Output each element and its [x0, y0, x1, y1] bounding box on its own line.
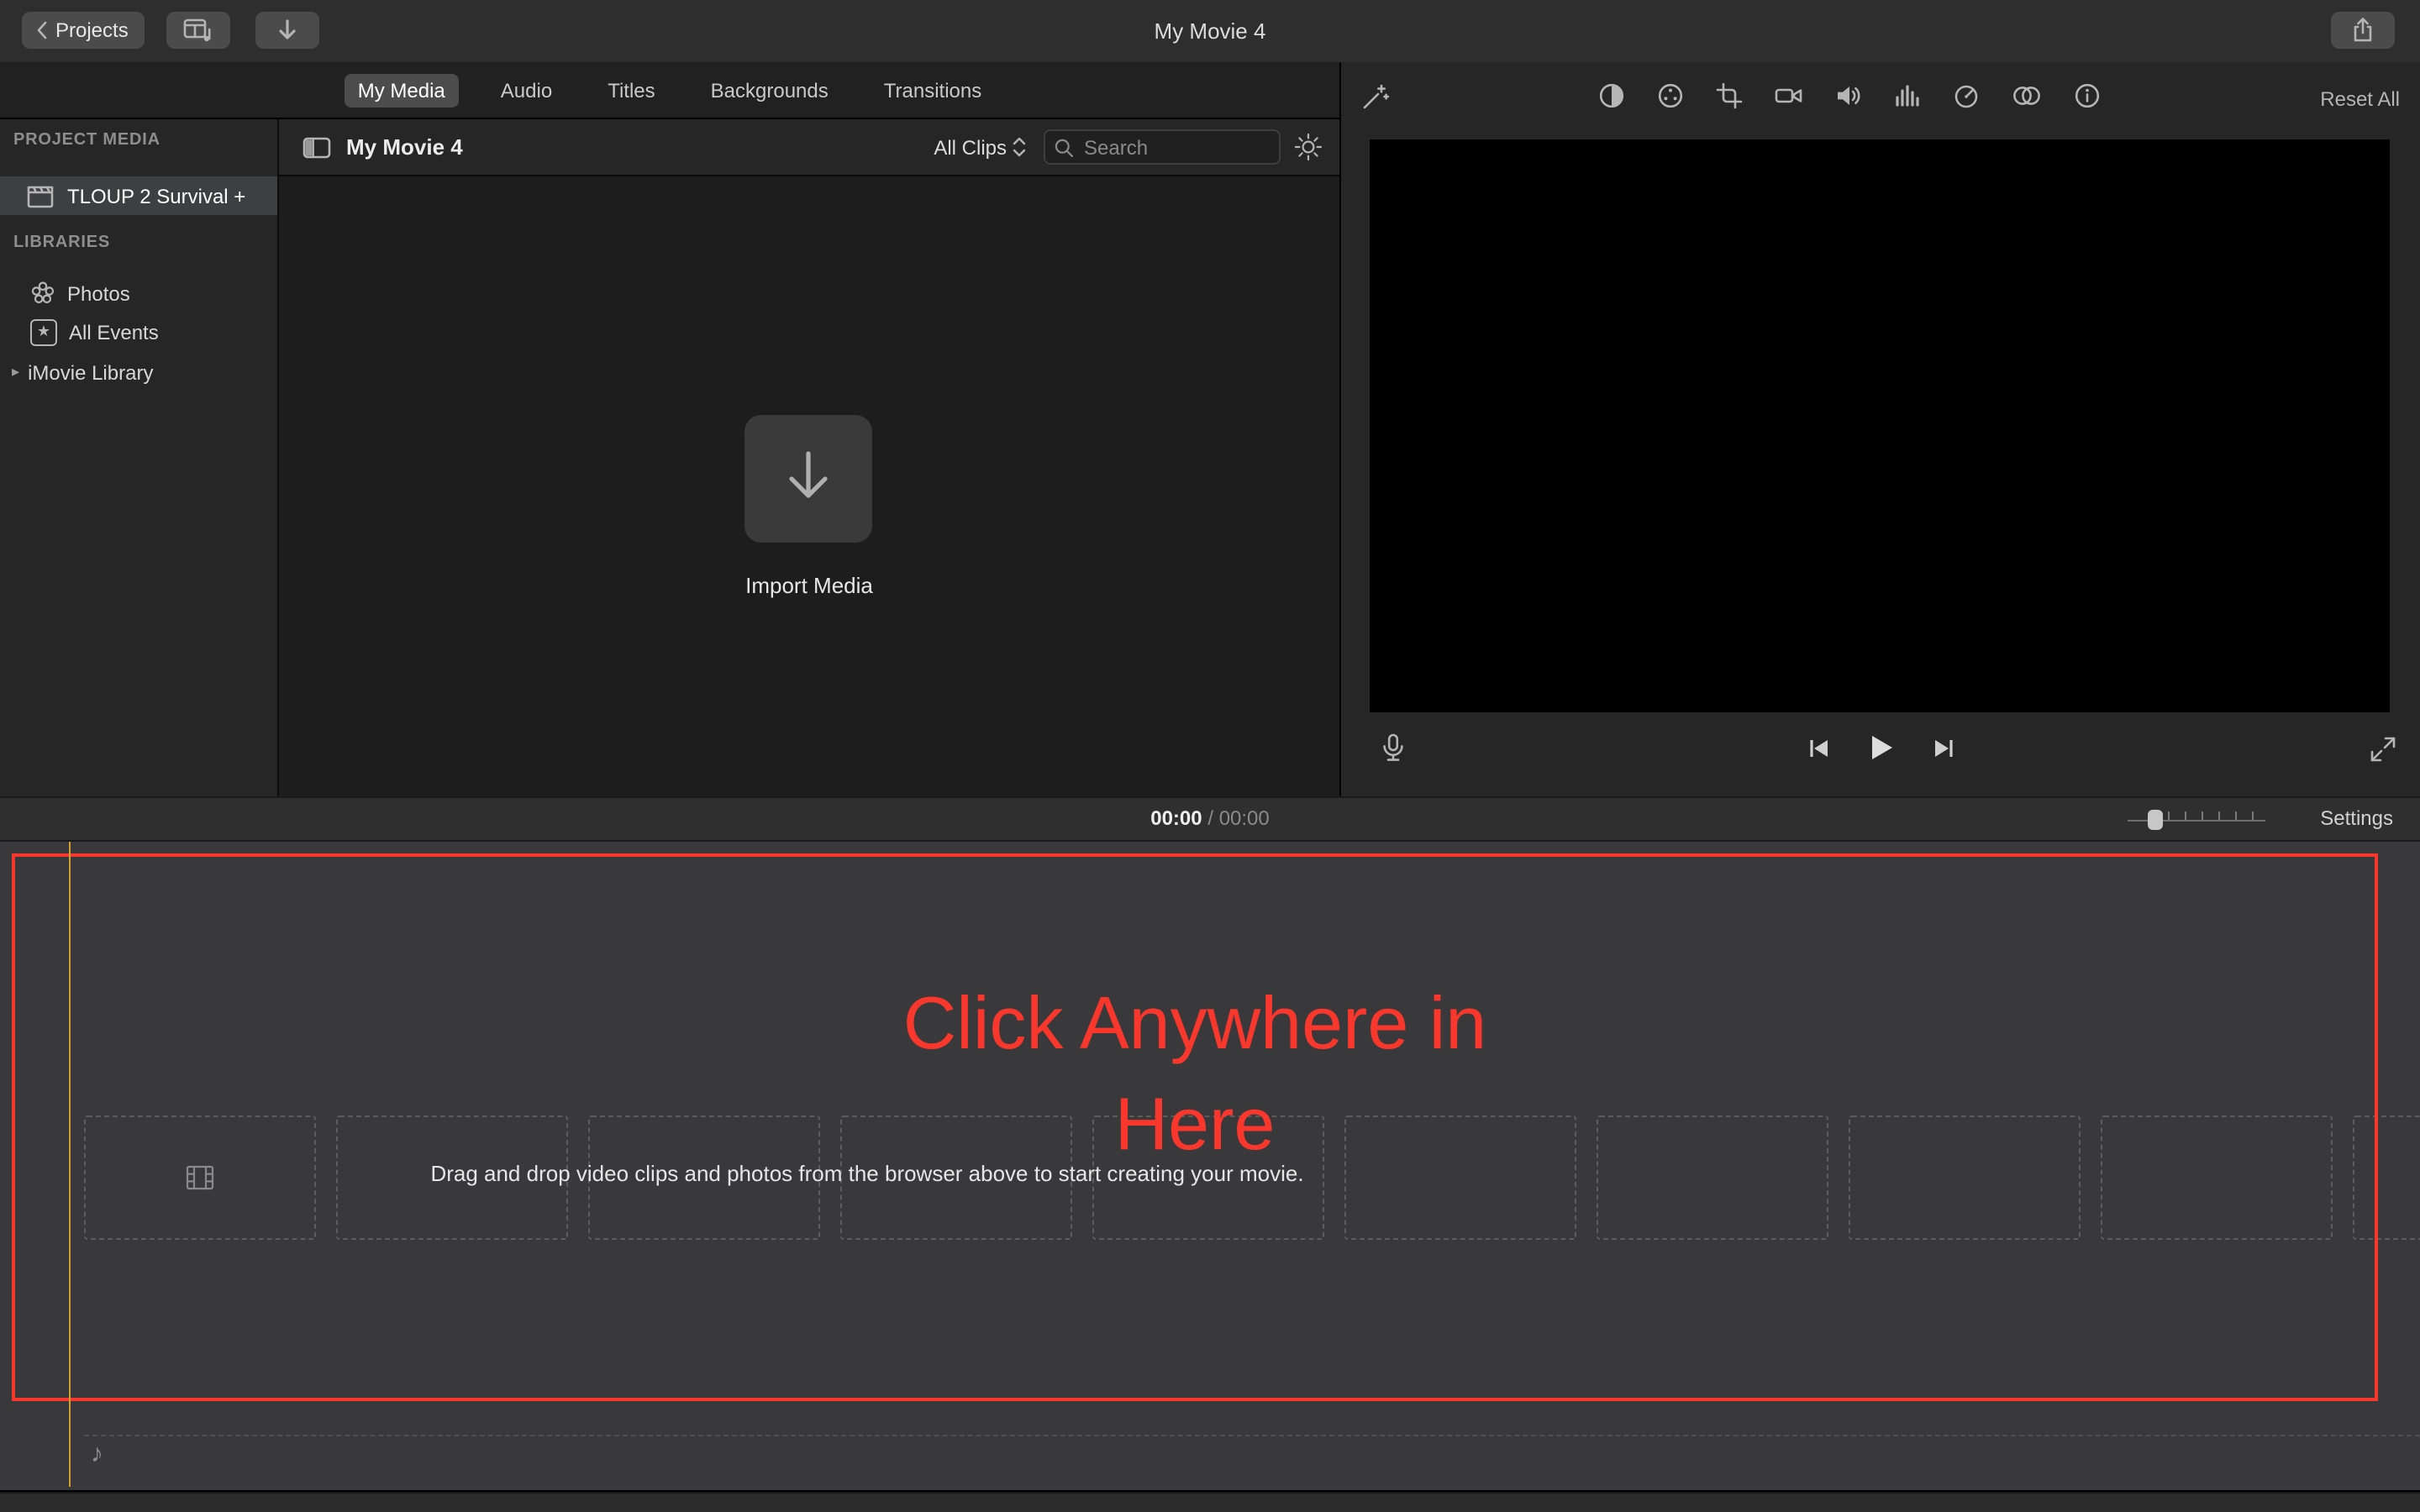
color-balance-icon[interactable] — [1598, 82, 1625, 109]
sidebar-item-all-events[interactable]: ★ All Events — [0, 312, 308, 351]
tab-audio[interactable]: Audio — [487, 73, 566, 107]
skip-forward-button[interactable] — [1932, 737, 1954, 759]
stabilization-camera-icon[interactable] — [1775, 82, 1803, 109]
sidebar-toggle-icon[interactable] — [302, 135, 331, 159]
disclosure-triangle-icon[interactable]: ▸ — [12, 363, 19, 381]
info-icon[interactable] — [2074, 82, 2101, 109]
top-toolbar: Projects My Movie 4 — [0, 0, 2420, 64]
enhance-wand-icon[interactable] — [1361, 82, 1390, 111]
annotation-highlight-rect: Click Anywhere in Here — [12, 853, 2378, 1401]
browser-title: My Movie 4 — [346, 134, 463, 160]
annotation-text: Click Anywhere in Here — [15, 974, 2375, 1176]
timeline-bottom-strip — [0, 1492, 2420, 1512]
import-media-label: Import Media — [279, 573, 1339, 598]
sidebar-item-project[interactable]: TLOUP 2 Survival + — [0, 176, 277, 215]
reset-all-button[interactable]: Reset All — [2320, 87, 2400, 111]
fullscreen-icon[interactable] — [2370, 736, 2396, 763]
clapperboard-icon — [0, 184, 55, 207]
library-sidebar: PROJECT MEDIA TLOUP 2 Survival + LIBRARI… — [0, 119, 279, 796]
timeline-settings-button[interactable]: Settings — [2320, 806, 2393, 830]
zoom-slider-ticks — [2151, 811, 2265, 820]
crop-icon[interactable] — [1716, 82, 1743, 109]
sidebar-item-imovie-library[interactable]: ▸ iMovie Library — [0, 353, 289, 391]
search-icon — [1054, 137, 1074, 157]
total-time: 00:00 — [1219, 806, 1270, 830]
time-separator: / — [1207, 806, 1213, 830]
annotation-line1: Click Anywhere in — [15, 974, 2375, 1075]
timeline[interactable]: Click Anywhere in Here Dr — [0, 842, 2420, 1490]
project-media-header: PROJECT MEDIA — [13, 131, 160, 150]
playback-controls — [1341, 726, 2420, 776]
transport-group — [1341, 734, 2420, 761]
imovie-window: Projects My Movie 4 My Media Audio Title… — [0, 0, 2420, 1512]
speed-icon[interactable] — [1953, 82, 1980, 109]
tab-transitions[interactable]: Transitions — [871, 73, 996, 107]
media-browser: My Movie 4 All Clips — [279, 119, 1339, 796]
audio-lane-divider — [84, 1435, 2420, 1436]
import-arrow-icon — [778, 447, 839, 511]
viewer-screen[interactable] — [1370, 139, 2390, 712]
timeline-zoom-slider[interactable] — [2128, 810, 2265, 830]
popup-chevrons-icon — [1012, 136, 1027, 158]
photos-flower-icon — [30, 281, 55, 306]
search-field[interactable] — [1044, 129, 1281, 165]
clip-filter-label: All Clips — [934, 135, 1007, 159]
tab-my-media[interactable]: My Media — [345, 73, 459, 107]
current-time: 00:00 — [1150, 806, 1202, 830]
import-media-button[interactable] — [744, 415, 872, 543]
color-correction-icon[interactable] — [1657, 82, 1684, 109]
browser-pane: My Media Audio Titles Backgrounds Transi… — [0, 62, 1341, 796]
clip-filter-popup[interactable]: All Clips — [934, 135, 1027, 159]
volume-icon[interactable] — [1835, 82, 1862, 109]
zoom-slider-thumb[interactable] — [2148, 810, 2163, 830]
playhead[interactable] — [69, 842, 71, 1487]
imovie-library-label: iMovie Library — [28, 360, 153, 384]
libraries-header: LIBRARIES — [13, 234, 110, 252]
search-input[interactable] — [1081, 134, 1270, 160]
all-events-label: All Events — [69, 320, 159, 344]
media-browser-header: My Movie 4 All Clips — [279, 119, 1339, 176]
viewer-pane: Reset All — [1341, 62, 2420, 796]
timeline-toolbar: 00:00 / 00:00 Settings — [0, 796, 2420, 842]
window-title: My Movie 4 — [0, 18, 2420, 44]
browser-tabs-bar: My Media Audio Titles Backgrounds Transi… — [0, 62, 1339, 119]
timecode-display: 00:00 / 00:00 — [0, 806, 2420, 830]
music-note-icon: ♪ — [91, 1440, 103, 1468]
adjust-icons-group — [1598, 82, 2101, 109]
tab-titles[interactable]: Titles — [594, 73, 668, 107]
skip-back-button[interactable] — [1807, 737, 1829, 759]
annotation-line2: Here — [15, 1075, 2375, 1176]
tab-backgrounds[interactable]: Backgrounds — [697, 73, 842, 107]
project-name-label: TLOUP 2 Survival + — [67, 184, 245, 207]
noise-reduction-icon[interactable] — [1894, 82, 1921, 109]
all-events-star-icon: ★ — [30, 318, 57, 345]
photos-label: Photos — [67, 281, 130, 305]
sidebar-item-photos[interactable]: Photos — [0, 274, 308, 312]
effects-icon[interactable] — [2012, 82, 2042, 109]
clip-appearance-icon[interactable] — [1294, 133, 1323, 161]
viewer-toolbar: Reset All — [1341, 62, 2420, 139]
play-button[interactable] — [1868, 734, 1893, 761]
